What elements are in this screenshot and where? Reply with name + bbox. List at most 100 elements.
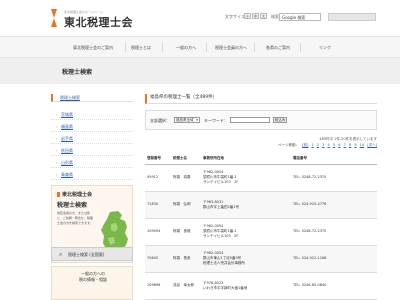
nav-divider bbox=[162, 43, 163, 52]
gnav-members[interactable]: 税理士会員の方へ bbox=[215, 45, 247, 51]
sidebar-item-label: 青森県 bbox=[61, 172, 73, 177]
column-header: 電話番号 bbox=[291, 154, 377, 165]
nationwide-search-label: 税理士検索 (全国版) bbox=[68, 252, 105, 257]
sidebar-item-akita[interactable]: › 秋田県 bbox=[51, 144, 133, 156]
sidebar-item-label: 山形県 bbox=[61, 160, 73, 165]
sidebar-item-miyagi[interactable]: › 宮城県 bbox=[51, 108, 133, 120]
gnav-about[interactable]: 東北税理士会のご案内 bbox=[73, 45, 113, 51]
accountant-name: 浅谷 幸太郎 bbox=[171, 272, 201, 300]
reg-number: 109896 bbox=[145, 272, 171, 300]
reg-number: 95912 bbox=[145, 164, 171, 192]
phone-number: TEL: 024-925-4776 bbox=[291, 191, 377, 219]
sidebar-item-label: 福島県 bbox=[61, 124, 73, 129]
arrow-right-icon: › bbox=[56, 112, 58, 117]
pager-page-1[interactable]: 1 bbox=[311, 143, 313, 147]
arrow-right-icon: › bbox=[56, 136, 58, 141]
nav-divider bbox=[206, 43, 207, 52]
page-title-band: 税理士検索 bbox=[0, 58, 400, 84]
column-header: 事務所所在地 bbox=[201, 154, 291, 165]
global-nav: 東北税理士会のご案内 税理士とは 一般の方へ 税理士会員の方へ 各県のご案内 リ… bbox=[0, 36, 400, 58]
site-search-button[interactable] bbox=[328, 13, 376, 21]
phone-number: TEL: 0246-85-0840 bbox=[291, 272, 377, 300]
site-logo[interactable]: 東北税理士会のホームページ 東北税理士会 bbox=[51, 9, 151, 29]
pager-prev[interactable]: [前] bbox=[302, 143, 308, 147]
sidebar-item-aomori[interactable]: › 青森県 bbox=[51, 168, 133, 180]
logo-mark-icon bbox=[51, 9, 57, 27]
gnav-links[interactable]: リンク bbox=[319, 45, 331, 51]
address-line: 郡山市字上亀田2番1号 bbox=[203, 204, 239, 209]
tax-accountant-table: 登録番号 税理士名 事務所所在地 電話番号 95912 阿橋 真喜 〒962-0… bbox=[145, 154, 377, 300]
sidebar-item-label: 岩手県 bbox=[61, 136, 73, 141]
pager-page-3[interactable]: 3 bbox=[322, 143, 324, 147]
nationwide-search-banner[interactable]: ⌕ 税理士検索 (全国版) bbox=[51, 247, 133, 261]
pager-page-2[interactable]: 2 bbox=[317, 143, 319, 147]
arrow-right-icon: › bbox=[56, 160, 58, 165]
office-address: 〒962-0054 須賀川市牛袋町1番-1 サンテイビル103 2F bbox=[201, 218, 291, 246]
banner-logo-text: 東北税理士会 bbox=[62, 192, 93, 198]
arrow-right-icon: › bbox=[56, 172, 58, 177]
gnav-prefectures[interactable]: 各県のご案内 bbox=[266, 45, 290, 51]
gnav-general[interactable]: 一般の方へ bbox=[176, 45, 196, 51]
search-icon: ⌕ bbox=[59, 251, 63, 258]
pager-page-5[interactable]: 5 bbox=[333, 143, 335, 147]
address-line: いわき市平字新町大塩1番地 bbox=[203, 285, 248, 290]
logo-title: 東北税理士会 bbox=[64, 16, 133, 29]
pager-page-4[interactable]: 4 bbox=[328, 143, 330, 147]
result-count: 489件中 1件-20件を表示しています bbox=[319, 137, 377, 141]
nav-divider bbox=[254, 43, 255, 52]
font-size-small-button[interactable]: 小 bbox=[244, 13, 251, 19]
arrow-right-icon: › bbox=[56, 124, 58, 129]
site-search-input[interactable]: Google 検索 bbox=[279, 13, 321, 21]
tax-info-line2: 税の情報・相談 bbox=[79, 277, 107, 282]
reg-number: 71830 bbox=[145, 191, 171, 219]
accountant-name: 阿橋 良雄 bbox=[171, 218, 201, 246]
site-header: 東北税理士会のホームページ 東北税理士会 文字サイズ 小 中 大 検索 Goog… bbox=[0, 0, 400, 36]
banner-title: 税理士検索 bbox=[57, 202, 88, 209]
pager-label: ページ移動： bbox=[278, 143, 299, 147]
office-address: 〒962-0054 郡山市東山1丁目5番3号 税理士法人荒井会計事務所 bbox=[201, 245, 291, 273]
pager-page-10[interactable]: 10 bbox=[360, 143, 364, 147]
accountant-name: 阿橋 長彦 bbox=[171, 245, 201, 273]
pager-page-8[interactable]: 8 bbox=[349, 143, 351, 147]
column-header: 登録番号 bbox=[145, 154, 171, 165]
sidebar-item-yamagata[interactable]: › 山形県 bbox=[51, 156, 133, 168]
page-title: 税理士検索 bbox=[62, 69, 93, 76]
table-row: 71830 阿橋 弘明 〒963-8031 郡山市字上亀田2番1号 TEL: 02… bbox=[145, 191, 377, 219]
area-label: 支部選択： bbox=[150, 118, 170, 123]
keyword-label: キーワード： bbox=[204, 118, 228, 123]
gnav-what-is[interactable]: 税理士とは bbox=[131, 45, 151, 51]
sidebar-item-iwate[interactable]: › 岩手県 bbox=[51, 132, 133, 144]
office-address: 〒976-8023 いわき市平字新町大塩1番地 bbox=[201, 272, 291, 300]
sidebar-item-label: 宮城県 bbox=[61, 112, 73, 117]
banner-logo: 東北税理士会 bbox=[57, 191, 92, 198]
pager-page-9[interactable]: 9 bbox=[354, 143, 356, 147]
sidebar-section-title[interactable]: 税理士検索 bbox=[51, 94, 133, 102]
accountant-name: 阿橋 真喜 bbox=[171, 164, 201, 192]
accountant-name: 阿橋 弘明 bbox=[171, 191, 201, 219]
nav-divider bbox=[125, 43, 126, 52]
area-select[interactable]: 福島県全域 bbox=[174, 117, 200, 123]
office-address: 〒962-0054 須賀川市牛袋町1番-1 サンテイビル103 2F bbox=[201, 164, 291, 192]
address-line: サンテイビル103 2F bbox=[203, 234, 239, 238]
list-title: 福島県の税理士一覧（全489件） bbox=[145, 94, 377, 104]
phone-number: TEL: 0248-72-2370 bbox=[291, 164, 377, 192]
font-size-label: 文字サイズ bbox=[225, 14, 245, 19]
pager-next[interactable]: [次へ] bbox=[367, 143, 377, 147]
pager-page-6[interactable]: 6 bbox=[338, 143, 340, 147]
font-size-large-button[interactable]: 大 bbox=[260, 13, 267, 19]
address-line: 税理士法人荒井会計事務所 bbox=[203, 261, 245, 265]
tax-info-banner[interactable]: 一般の方への 税の情報・相談 bbox=[51, 266, 133, 300]
table-header-row: 登録番号 税理士名 事務所所在地 電話番号 bbox=[145, 154, 377, 165]
filter-button[interactable]: 絞込み bbox=[273, 117, 287, 123]
table-row: 95912 阿橋 真喜 〒962-0054 須賀川市牛袋町1番-1 サンテイビル10… bbox=[145, 164, 377, 192]
table-row: 109896 浅谷 幸太郎 〒976-8023 いわき市平字新町大塩1番地 TEL… bbox=[145, 272, 377, 300]
pager-page-7[interactable]: 7 bbox=[344, 143, 346, 147]
phone-number: TEL: 024-922-1166 bbox=[291, 245, 377, 273]
sidebar-item-fukushima[interactable]: › 福島県 bbox=[51, 120, 133, 132]
nav-divider bbox=[300, 43, 301, 52]
column-header: 税理士名 bbox=[171, 154, 201, 165]
search-label: 検索 bbox=[271, 14, 279, 19]
font-size-medium-button[interactable]: 中 bbox=[252, 13, 259, 19]
address-line: サンテイビル103 2F bbox=[203, 180, 239, 184]
keyword-input[interactable] bbox=[230, 117, 270, 123]
